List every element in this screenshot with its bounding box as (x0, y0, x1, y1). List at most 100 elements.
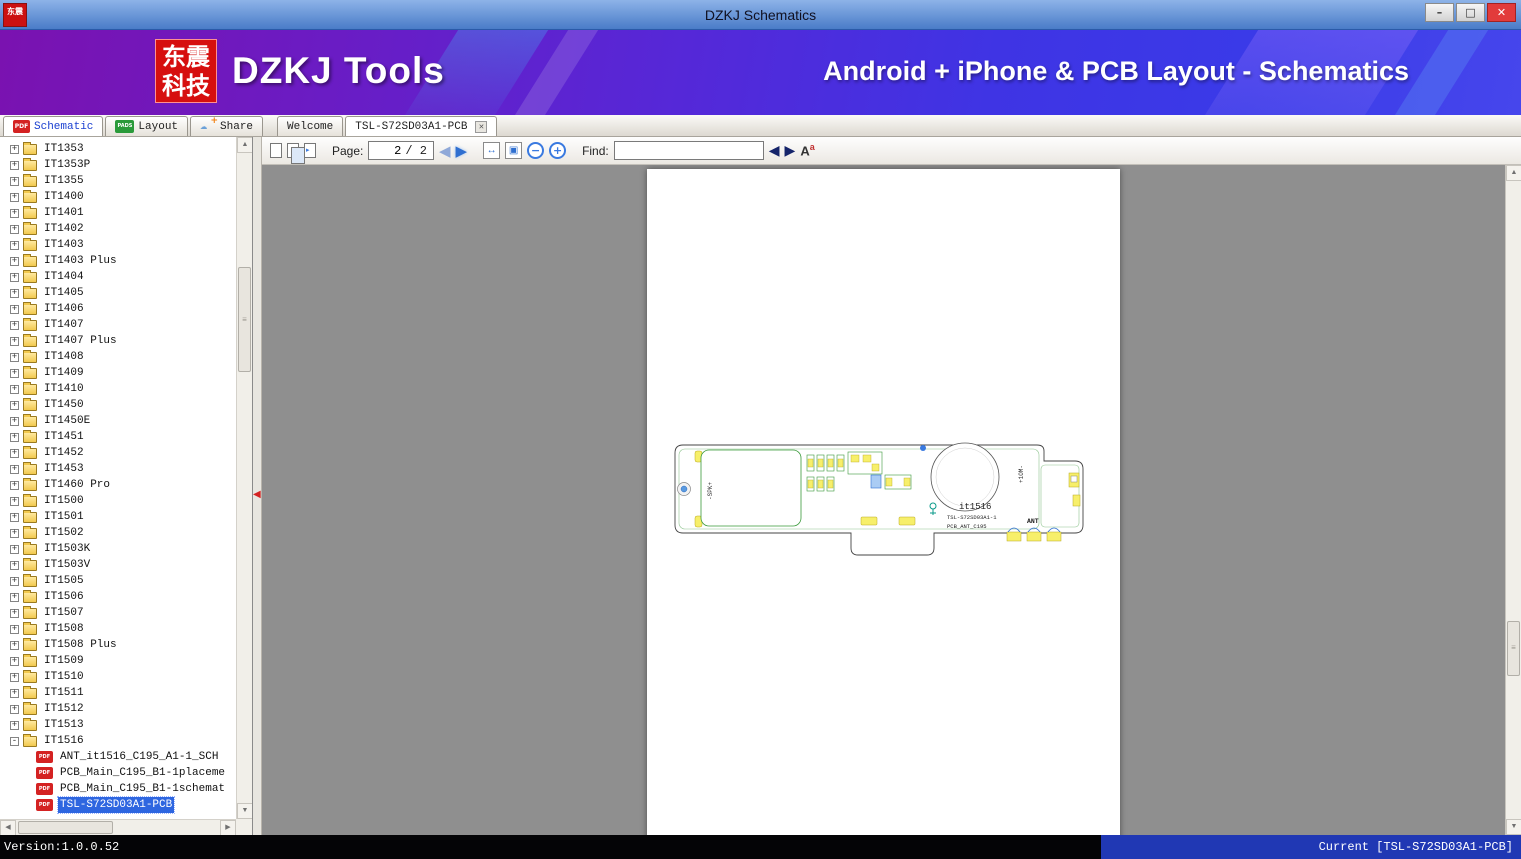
expand-icon[interactable]: + (10, 512, 19, 522)
fit-page-icon[interactable]: ▣ (505, 142, 523, 159)
expand-icon[interactable]: + (10, 288, 19, 298)
tree-folder-it1450[interactable]: + IT1450 (0, 397, 236, 413)
expand-icon[interactable]: + (10, 320, 19, 330)
tree-folder-it1506[interactable]: + IT1506 (0, 589, 236, 605)
tree-folder-it1408[interactable]: + IT1408 (0, 349, 236, 365)
scrollbar-thumb[interactable]: ≡ (238, 267, 251, 372)
expand-icon[interactable]: + (10, 192, 19, 202)
expand-icon[interactable]: + (10, 176, 19, 186)
font-size-icon[interactable]: Aa (800, 142, 814, 158)
minimize-button[interactable]: – (1425, 3, 1454, 22)
tree-file-pcb_main_c195_b1-1placeme[interactable]: PDF PCB_Main_C195_B1-1placeme (0, 765, 236, 781)
tree-folder-it1502[interactable]: + IT1502 (0, 525, 236, 541)
expand-icon[interactable]: + (10, 672, 19, 682)
expand-icon[interactable]: + (10, 416, 19, 426)
scroll-down-icon[interactable]: ▼ (237, 803, 252, 819)
tree-file-tsl-s72sd03a1-pcb[interactable]: PDF TSL-S72SD03A1-PCB (0, 796, 236, 814)
tab-schematic[interactable]: PDF Schematic (3, 116, 104, 136)
expand-icon[interactable]: + (10, 560, 19, 570)
tree-folder-it1513[interactable]: + IT1513 (0, 717, 236, 733)
tree-folder-it1407[interactable]: + IT1407 (0, 317, 236, 333)
sidebar-vertical-scrollbar[interactable]: ▲ ≡ ▼ (236, 137, 252, 819)
scroll-up-icon[interactable]: ▲ (1506, 165, 1521, 181)
expand-icon[interactable]: + (10, 656, 19, 666)
panel-splitter[interactable]: ◀ (253, 137, 262, 835)
expand-icon[interactable]: + (10, 304, 19, 314)
page-canvas[interactable]: -SPK+ it1516 TSL-S72SD03A1-1 PCB_ANT_C19… (647, 169, 1120, 835)
tree-folder-it1400[interactable]: + IT1400 (0, 189, 236, 205)
expand-icon[interactable]: + (10, 384, 19, 394)
tree-folder-it1409[interactable]: + IT1409 (0, 365, 236, 381)
tree-folder-it1503k[interactable]: + IT1503K (0, 541, 236, 557)
tree-folder-it1508-plus[interactable]: + IT1508 Plus (0, 637, 236, 653)
close-button[interactable]: ✕ (1487, 3, 1516, 22)
previous-page-icon[interactable]: ◀ (439, 142, 451, 160)
tree-folder-it1355[interactable]: + IT1355 (0, 173, 236, 189)
scroll-left-icon[interactable]: ◀ (0, 820, 16, 835)
expand-icon[interactable]: + (10, 608, 19, 618)
tree-file-ant_it1516_c195_a1-1_sch[interactable]: PDF ANT_it1516_C195_A1-1_SCH (0, 749, 236, 765)
expand-icon[interactable]: + (10, 640, 19, 650)
multi-page-view-icon[interactable]: ▸ (304, 143, 316, 158)
find-input[interactable] (613, 141, 764, 160)
expand-icon[interactable]: + (10, 336, 19, 346)
tree-folder-it1509[interactable]: + IT1509 (0, 653, 236, 669)
tree-folder-it1404[interactable]: + IT1404 (0, 269, 236, 285)
expand-icon[interactable]: + (10, 544, 19, 554)
tree-folder-it1452[interactable]: + IT1452 (0, 445, 236, 461)
maximize-button[interactable]: □ (1456, 3, 1485, 22)
scrollbar-thumb[interactable] (18, 821, 113, 834)
tree-folder-it1401[interactable]: + IT1401 (0, 205, 236, 221)
tree-folder-it1501[interactable]: + IT1501 (0, 509, 236, 525)
fit-width-icon[interactable]: ↔ (483, 142, 501, 159)
tree-folder-it1450e[interactable]: + IT1450E (0, 413, 236, 429)
find-next-icon[interactable]: ▶ (785, 142, 796, 159)
expand-icon[interactable]: + (10, 688, 19, 698)
tree-folder-it1451[interactable]: + IT1451 (0, 429, 236, 445)
tab-layout[interactable]: PADS Layout (105, 116, 189, 136)
tree-folder-it1453[interactable]: + IT1453 (0, 461, 236, 477)
expand-icon[interactable]: + (10, 240, 19, 250)
tab-close-icon[interactable]: ✕ (475, 120, 488, 133)
tree-folder-it1508[interactable]: + IT1508 (0, 621, 236, 637)
facing-pages-view-icon[interactable] (287, 143, 305, 164)
zoom-out-icon[interactable]: − (527, 142, 545, 159)
tree-folder-it1410[interactable]: + IT1410 (0, 381, 236, 397)
tree-folder-it1403[interactable]: + IT1403 (0, 237, 236, 253)
tree-folder-it1512[interactable]: + IT1512 (0, 701, 236, 717)
tab-share[interactable]: ☁ + Share (190, 116, 264, 136)
tree-folder-it1500[interactable]: + IT1500 (0, 493, 236, 509)
expand-icon[interactable]: + (10, 464, 19, 474)
page-number-input[interactable] (375, 143, 402, 158)
expand-icon[interactable]: + (10, 432, 19, 442)
scroll-down-icon[interactable]: ▼ (1506, 819, 1521, 835)
tree-folder-it1505[interactable]: + IT1505 (0, 573, 236, 589)
expand-icon[interactable]: + (10, 400, 19, 410)
sidebar-horizontal-scrollbar[interactable]: ◀ ▶ (0, 819, 236, 835)
viewer-vertical-scrollbar[interactable]: ▲ ≡ ▼ (1505, 165, 1521, 835)
scrollbar-thumb[interactable]: ≡ (1507, 620, 1520, 676)
find-previous-icon[interactable]: ◀ (769, 142, 780, 159)
expand-icon[interactable]: + (10, 496, 19, 506)
expand-icon[interactable]: + (10, 448, 19, 458)
tree-folder-it1407-plus[interactable]: + IT1407 Plus (0, 333, 236, 349)
scroll-right-icon[interactable]: ▶ (220, 820, 236, 835)
tree-folder-it1403-plus[interactable]: + IT1403 Plus (0, 253, 236, 269)
tree-folder-it1460-pro[interactable]: + IT1460 Pro (0, 477, 236, 493)
expand-icon[interactable]: + (10, 704, 19, 714)
tree-folder-it1406[interactable]: + IT1406 (0, 301, 236, 317)
tree-file-pcb_main_c195_b1-1schemat[interactable]: PDF PCB_Main_C195_B1-1schemat (0, 781, 236, 797)
tree-folder-it1402[interactable]: + IT1402 (0, 221, 236, 237)
expand-icon[interactable]: + (10, 576, 19, 586)
expand-icon[interactable]: + (10, 480, 19, 490)
splitter-collapse-icon[interactable]: ◀ (253, 489, 261, 500)
tree-folder-it1510[interactable]: + IT1510 (0, 669, 236, 685)
expand-icon[interactable]: + (10, 208, 19, 218)
zoom-in-icon[interactable]: + (549, 142, 567, 159)
expand-icon[interactable]: + (10, 144, 19, 154)
tree-folder-it1516[interactable]: - IT1516 (0, 733, 236, 749)
next-page-icon[interactable]: ▶ (456, 142, 468, 160)
tab-document-tsl-s72sd03a1-pcb[interactable]: TSL-S72SD03A1-PCB ✕ (345, 116, 498, 136)
expand-icon[interactable]: + (10, 592, 19, 602)
collapse-icon[interactable]: - (10, 736, 19, 746)
